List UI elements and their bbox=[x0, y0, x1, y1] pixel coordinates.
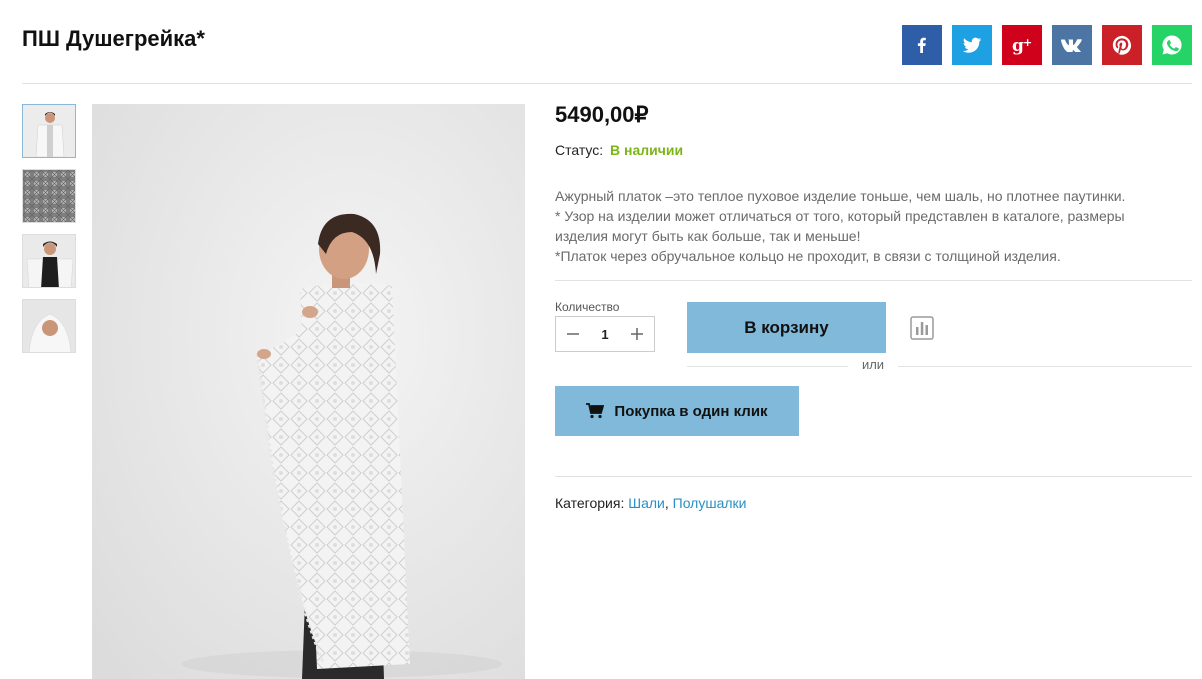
share-twitter-button[interactable] bbox=[952, 25, 992, 65]
quantity-decrease-button[interactable] bbox=[556, 317, 590, 351]
thumbnail-image-lace-pattern bbox=[23, 170, 75, 222]
category-label: Категория: bbox=[555, 495, 625, 511]
product-photo-woman-wearing-shawl bbox=[92, 104, 525, 679]
compare-button[interactable] bbox=[910, 316, 934, 340]
pinterest-icon bbox=[1112, 35, 1132, 55]
thumbnail-image-woman-headscarf bbox=[23, 300, 75, 352]
product-main-image[interactable] bbox=[92, 104, 525, 679]
google-plus-icon: g + bbox=[1012, 36, 1032, 55]
facebook-icon bbox=[917, 37, 926, 53]
product-category: Категория: Шали, Полушалки bbox=[555, 495, 746, 511]
thumbnail-4[interactable] bbox=[22, 299, 76, 353]
thumbnail-image-woman-with-shawl bbox=[23, 105, 75, 157]
or-label: или bbox=[848, 357, 898, 372]
category-link-shawls[interactable]: Шали bbox=[628, 495, 665, 511]
buy-one-click-label: Покупка в один клик bbox=[614, 402, 768, 420]
category-separator: , bbox=[664, 495, 673, 511]
buy-one-click-button[interactable]: Покупка в один клик bbox=[555, 386, 799, 436]
thumbnail-1[interactable] bbox=[22, 104, 76, 158]
share-vk-button[interactable] bbox=[1052, 25, 1092, 65]
compare-chart-icon bbox=[910, 316, 934, 340]
or-divider bbox=[687, 366, 1192, 367]
description-line: * Узор на изделии может отличаться от то… bbox=[555, 208, 1125, 244]
add-to-cart-button[interactable]: В корзину bbox=[687, 302, 886, 353]
quantity-input[interactable] bbox=[590, 326, 620, 342]
plus-icon bbox=[631, 328, 643, 340]
description-divider bbox=[555, 280, 1192, 281]
quantity-stepper bbox=[555, 316, 655, 352]
vk-icon bbox=[1060, 39, 1082, 52]
purchase-divider bbox=[555, 476, 1192, 477]
minus-icon bbox=[567, 333, 579, 335]
stock-status-value: В наличии bbox=[610, 142, 684, 158]
social-share-bar: g + bbox=[902, 25, 1192, 65]
svg-text:+: + bbox=[1023, 36, 1032, 49]
product-price: 5490,00₽ bbox=[555, 102, 649, 127]
thumbnail-3[interactable] bbox=[22, 234, 76, 288]
stock-status: Статус: В наличии bbox=[555, 142, 683, 158]
product-title: ПШ Душегрейка* bbox=[22, 26, 205, 51]
twitter-icon bbox=[962, 37, 982, 53]
description-line: *Платок через обручальное кольцо не прох… bbox=[555, 248, 1061, 264]
quantity-label: Количество bbox=[555, 300, 620, 314]
share-facebook-button[interactable] bbox=[902, 25, 942, 65]
quantity-increase-button[interactable] bbox=[620, 317, 654, 351]
whatsapp-icon bbox=[1162, 35, 1182, 55]
thumbnail-2[interactable] bbox=[22, 169, 76, 223]
share-whatsapp-button[interactable] bbox=[1152, 25, 1192, 65]
thumbnail-image-woman-dark-dress bbox=[23, 235, 75, 287]
category-link-half-shawls[interactable]: Полушалки bbox=[673, 495, 747, 511]
header-divider bbox=[22, 83, 1192, 84]
product-description: Ажурный платок –это теплое пуховое издел… bbox=[555, 186, 1160, 266]
cart-icon bbox=[586, 403, 605, 419]
description-line: Ажурный платок –это теплое пуховое издел… bbox=[555, 188, 1126, 204]
share-pinterest-button[interactable] bbox=[1102, 25, 1142, 65]
stock-status-label: Статус: bbox=[555, 142, 604, 158]
share-google-plus-button[interactable]: g + bbox=[1002, 25, 1042, 65]
